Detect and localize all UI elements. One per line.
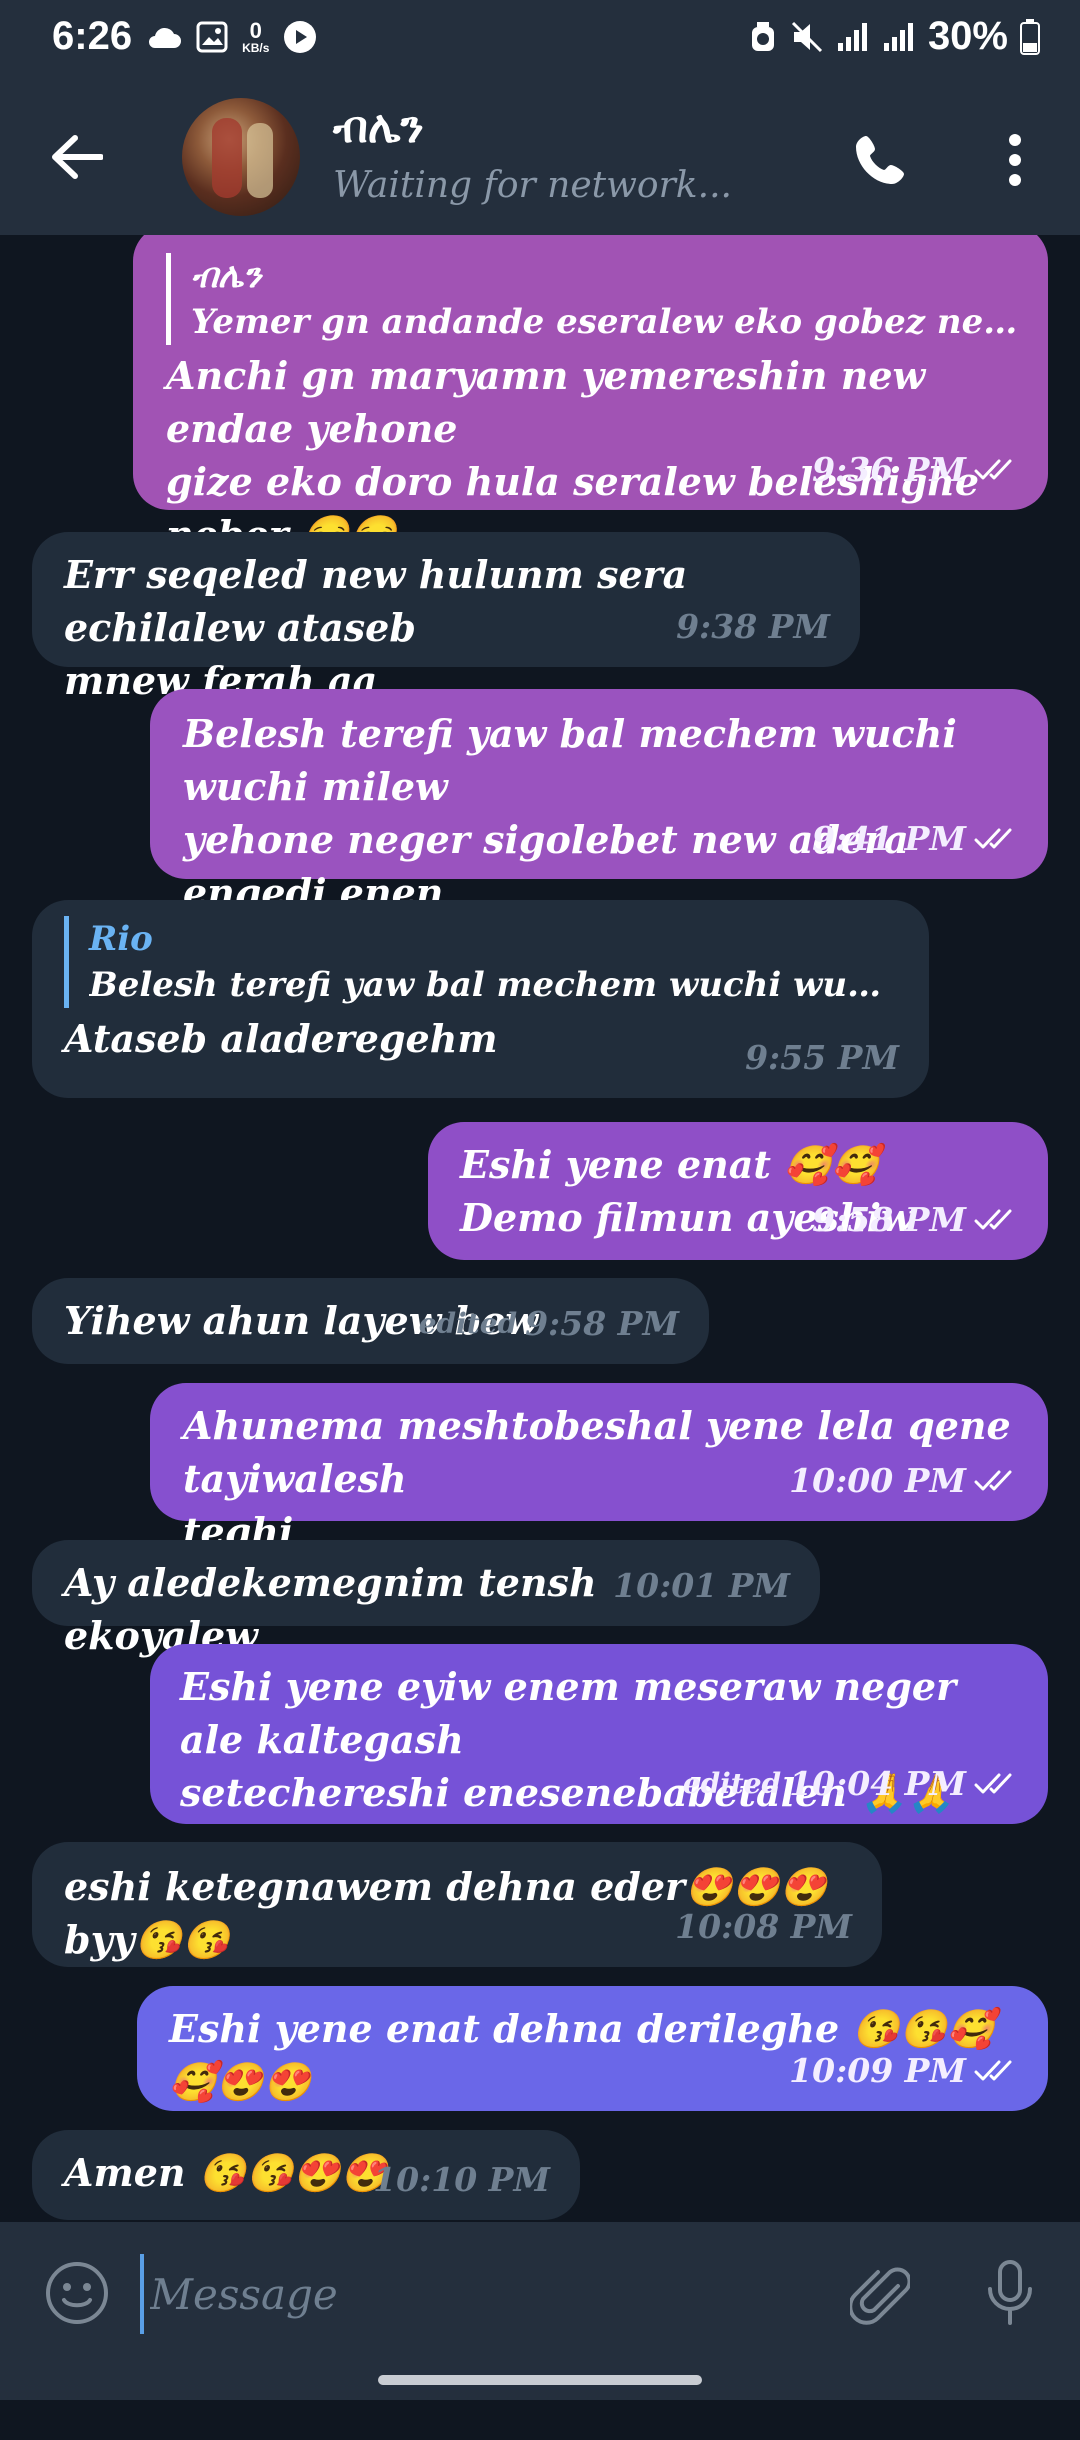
status-bar: 6:26 0 KB/s 30% xyxy=(0,0,1080,80)
message-bubble[interactable]: Amen 😘😘😍😍 10:10 PM xyxy=(32,2130,580,2220)
avatar[interactable] xyxy=(182,98,300,216)
back-arrow-icon xyxy=(52,135,103,179)
net-speed: 0 KB/s xyxy=(242,17,270,55)
double-check-icon xyxy=(974,1470,1012,1490)
message-composer xyxy=(0,2222,1080,2400)
message-time: 10:00 PM xyxy=(789,1461,966,1500)
reply-text: Yemer gn andande eseralew eko gobez negn… xyxy=(191,302,1018,342)
reply-preview[interactable]: Rio Belesh terefi yaw bal mechem wuchi w… xyxy=(64,916,899,1008)
signal-icon xyxy=(836,21,870,53)
message-bubble[interactable]: Eshi yene eyiw enem meseraw neger ale ka… xyxy=(150,1644,1048,1824)
message-meta: 10:00 PM xyxy=(789,1454,1018,1507)
message-bubble[interactable]: Belesh terefi yaw bal mechem wuchi wuchi… xyxy=(150,689,1048,968)
message-meta: 9:36 PM xyxy=(812,443,1018,496)
status-time: 6:26 xyxy=(52,14,133,58)
chat-title[interactable]: ብሌን xyxy=(333,102,424,153)
more-vertical-icon xyxy=(1009,134,1021,186)
microphone-icon xyxy=(988,2260,1032,2325)
message-time: 9:41 PM xyxy=(812,819,966,858)
message-time: 9:58 PM xyxy=(812,1200,966,1239)
net-speed-unit: KB/s xyxy=(242,40,270,55)
mute-icon xyxy=(790,20,824,54)
message-meta: edited 9:58 PM xyxy=(419,1297,679,1350)
paperclip-icon xyxy=(850,2267,910,2325)
message-bubble[interactable]: Ahunema meshtobeshal yene lela qene tayi… xyxy=(150,1383,1048,1554)
battery-percent: 30% xyxy=(927,14,1008,58)
message-bubble[interactable]: Eshi yene enat 🥰🥰 Demo filmun ayeshiw 9:… xyxy=(428,1122,1048,1260)
reply-text: Belesh terefi yaw bal mechem wuchi wuchi… xyxy=(89,965,899,1005)
phone-icon xyxy=(856,136,904,184)
message-meta: 10:10 PM xyxy=(373,2153,550,2206)
message-time: 9:38 PM xyxy=(676,607,830,646)
reply-sender: Rio xyxy=(89,919,153,959)
battery-icon xyxy=(1020,18,1040,55)
message-meta: 10:09 PM xyxy=(789,2044,1018,2097)
attach-button[interactable] xyxy=(845,2254,915,2334)
chat-header: ብሌን Waiting for network... xyxy=(0,80,1080,235)
signal-icon-2 xyxy=(882,21,916,53)
message-bubble[interactable]: ብሌን Yemer gn andande eseralew eko gobez … xyxy=(133,235,1048,557)
double-check-icon xyxy=(974,1209,1012,1229)
more-options-button[interactable] xyxy=(985,125,1045,195)
message-time: 10:04 PM xyxy=(789,1764,966,1803)
call-button[interactable] xyxy=(845,125,915,195)
message-bubble[interactable]: eshi ketegnawem dehna eder😍😍😍byy😘😘 10:08… xyxy=(32,1842,882,1967)
reply-sender: ብሌን xyxy=(191,256,262,296)
message-list[interactable]: ብሌን Yemer gn andande eseralew eko gobez … xyxy=(0,235,1080,2440)
message-time: 10:09 PM xyxy=(789,2051,966,2090)
emoji-button[interactable] xyxy=(42,2258,112,2328)
message-time: 9:36 PM xyxy=(812,450,966,489)
message-time: 9:58 PM xyxy=(525,1304,679,1343)
message-meta: 9:38 PM xyxy=(676,600,830,653)
message-meta: 9:55 PM xyxy=(745,1031,899,1084)
mic-button[interactable] xyxy=(975,2254,1045,2334)
double-check-icon xyxy=(974,2060,1012,2080)
message-bubble[interactable]: Err seqeled new hulunm sera echilalew at… xyxy=(32,532,860,703)
message-time: 9:55 PM xyxy=(745,1038,899,1077)
message-meta: edited 10:04 PM xyxy=(683,1757,1018,1810)
message-bubble[interactable]: Eshi yene enat dehna derileghe 😘😘🥰🥰😍😍 10… xyxy=(137,1986,1048,2111)
message-time: 10:01 PM xyxy=(613,1566,790,1605)
play-icon xyxy=(283,20,317,54)
message-bubble[interactable]: Yihew ahun layew bew edited 9:58 PM xyxy=(32,1278,709,1364)
gallery-icon xyxy=(196,21,228,53)
emoji-icon xyxy=(46,2262,108,2324)
alarm-icon xyxy=(748,21,778,53)
chat-status: Waiting for network... xyxy=(333,165,732,206)
double-check-icon xyxy=(974,459,1012,479)
cloud-icon xyxy=(146,24,182,50)
double-check-icon xyxy=(974,828,1012,848)
back-button[interactable] xyxy=(45,125,109,189)
message-meta: 9:58 PM xyxy=(812,1193,1018,1246)
edited-label: edited xyxy=(682,1767,782,1800)
net-speed-value: 0 xyxy=(249,17,262,43)
reply-preview[interactable]: ብሌን Yemer gn andande eseralew eko gobez … xyxy=(166,253,1018,345)
edited-label: edited xyxy=(418,1307,518,1340)
message-bubble[interactable]: Rio Belesh terefi yaw bal mechem wuchi w… xyxy=(32,900,929,1098)
double-check-icon xyxy=(974,1773,1012,1793)
message-meta: 10:08 PM xyxy=(675,1900,852,1953)
message-time: 10:10 PM xyxy=(373,2160,550,2199)
home-indicator[interactable] xyxy=(378,2375,702,2385)
message-input[interactable] xyxy=(140,2254,800,2334)
message-meta: 10:01 PM xyxy=(613,1559,790,1612)
message-time: 10:08 PM xyxy=(675,1907,852,1946)
message-meta: 9:41 PM xyxy=(812,812,1018,865)
message-bubble[interactable]: Ay aledekemegnim tensh ekoyalew 10:01 PM xyxy=(32,1540,820,1658)
